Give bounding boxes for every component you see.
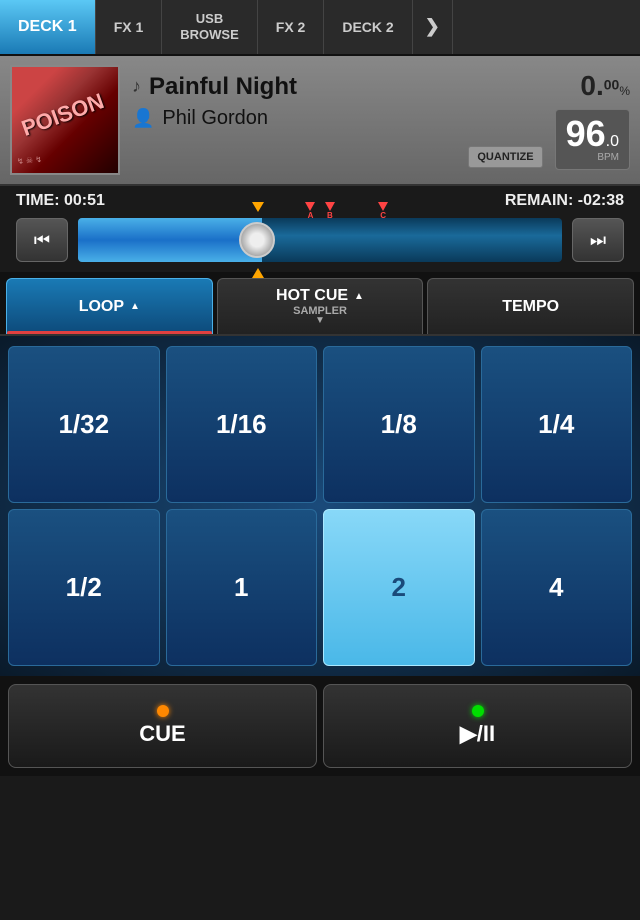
track-metadata: ♪ Painful Night 👤 Phil Gordon QUANTIZE [132,73,543,168]
play-pause-indicator [472,705,484,717]
nav-forward-icon: ❯ [425,16,440,38]
bottom-buttons: CUE ▶/II [0,676,640,776]
scrubber-section: ⏮ A B C ⏭ [0,214,640,272]
percent-decimal: 00 [604,76,620,92]
bpm-decimal: .0 [606,133,619,150]
loop-tab[interactable]: LOOP ▲ [6,278,213,334]
loop-btn-1-8[interactable]: 1/8 [323,346,475,503]
scrubber-fill [78,218,262,262]
deck1-label: DECK 1 [18,17,77,36]
cue-gold-bottom-arrow [252,268,264,278]
quantize-button[interactable]: QUANTIZE [468,146,542,168]
loop-btn-1-4[interactable]: 1/4 [481,346,633,503]
tempo-label: TEMPO [502,298,559,316]
remain-time: REMAIN: -02:38 [505,192,624,210]
elapsed-time: TIME: 00:51 [16,192,105,210]
loop-btn-1-16-label: 1/16 [216,409,267,440]
loop-btn-1[interactable]: 1 [166,509,318,666]
album-art-label: POISON [18,88,107,142]
mode-tabs: LOOP ▲ HOT CUE ▲ SAMPLER ▼ TEMPO [0,272,640,336]
loop-btn-1-32[interactable]: 1/32 [8,346,160,503]
cue-c-marker: C [378,202,388,220]
cue-gold-marker [252,202,264,212]
loop-btn-1-16[interactable]: 1/16 [166,346,318,503]
cue-gold-arrow [252,202,264,212]
track-info-section: POISON ↯ ☠ ↯ ♪ Painful Night 👤 Phil Gord… [0,56,640,186]
track-artist: Phil Gordon [162,107,268,130]
loop-btn-1-2-label: 1/2 [66,572,102,603]
track-artist-row: 👤 Phil Gordon [132,107,543,130]
deck2-tab[interactable]: DECK 2 [324,0,412,54]
hot-cue-down-arrow: ▼ [315,315,325,326]
deck1-tab[interactable]: DECK 1 [0,0,96,54]
loop-btn-2[interactable]: 2 [323,509,475,666]
loop-tab-label: LOOP ▲ [79,298,140,316]
play-pause-button[interactable]: ▶/II [323,684,632,768]
loop-label: LOOP [79,298,124,316]
cue-indicator [157,705,169,717]
track-title: Painful Night [149,73,297,101]
skip-forward-icon: ⏭ [590,230,606,251]
scrubber-track[interactable]: A B C [78,218,562,262]
tempo-tab-label: TEMPO [502,298,559,316]
usb-browse-tab[interactable]: USBBROWSE [162,0,258,54]
scrubber-handle[interactable] [239,222,275,258]
cue-button[interactable]: CUE [8,684,317,768]
cue-a-marker: A [305,202,315,220]
track-title-row: ♪ Painful Night [132,73,543,101]
music-icon: ♪ [132,76,141,97]
cue-gold-bottom-marker [252,268,264,278]
loop-btn-1-2[interactable]: 1/2 [8,509,160,666]
loop-btn-1-32-label: 1/32 [58,409,109,440]
loop-btn-2-label: 2 [392,572,406,603]
loop-arrow-icon: ▲ [130,301,140,312]
person-icon: 👤 [132,108,154,129]
skip-forward-button[interactable]: ⏭ [572,218,624,262]
loop-active-bar [7,331,212,334]
album-art-sub: ↯ ☠ ↯ [17,155,43,166]
play-pause-label: ▶/II [460,721,495,747]
loop-grid: 1/32 1/16 1/8 1/4 1/2 1 2 4 [0,336,640,676]
cue-b-marker: B [325,202,335,220]
cue-label: CUE [139,721,185,747]
hot-cue-tab-label: HOT CUE ▲ [276,287,364,305]
skip-back-icon: ⏮ [34,230,50,251]
tempo-tab[interactable]: TEMPO [427,278,634,334]
fx2-tab[interactable]: FX 2 [258,0,325,54]
loop-btn-4[interactable]: 4 [481,509,633,666]
loop-btn-4-label: 4 [549,572,563,603]
deck2-label: DECK 2 [342,19,393,36]
bpm-number: 96 [566,113,606,154]
pitch-percent: 0.00% [580,70,630,102]
top-navigation: DECK 1 FX 1 USBBROWSE FX 2 DECK 2 ❯ [0,0,640,56]
nav-arrow-button[interactable]: ❯ [413,0,453,54]
loop-btn-1-8-label: 1/8 [381,409,417,440]
percent-value: 0. [580,70,603,101]
fx1-tab[interactable]: FX 1 [96,0,163,54]
percent-unit: % [619,84,630,98]
bpm-section: 0.00% 96.0 BPM [555,66,630,174]
bpm-display: 96.0 BPM [555,109,630,170]
cue-b-arrow [325,202,335,211]
fx1-label: FX 1 [114,19,144,36]
hot-cue-label: HOT CUE [276,287,348,305]
cue-c-label: C [380,211,386,220]
loop-btn-1-4-label: 1/4 [538,409,574,440]
hot-cue-tab[interactable]: HOT CUE ▲ SAMPLER ▼ [217,278,424,334]
album-art: POISON ↯ ☠ ↯ [10,65,120,175]
cue-a-arrow [305,202,315,211]
fx2-label: FX 2 [276,19,306,36]
time-bar: TIME: 00:51 REMAIN: -02:38 [0,186,640,214]
loop-btn-1-label: 1 [234,572,248,603]
skip-back-button[interactable]: ⏮ [16,218,68,262]
hot-cue-arrow-icon: ▲ [354,291,364,302]
cue-b-label: B [327,211,333,220]
cue-a-label: A [308,211,314,220]
bpm-value: 96.0 [566,116,619,152]
cue-c-arrow [378,202,388,211]
